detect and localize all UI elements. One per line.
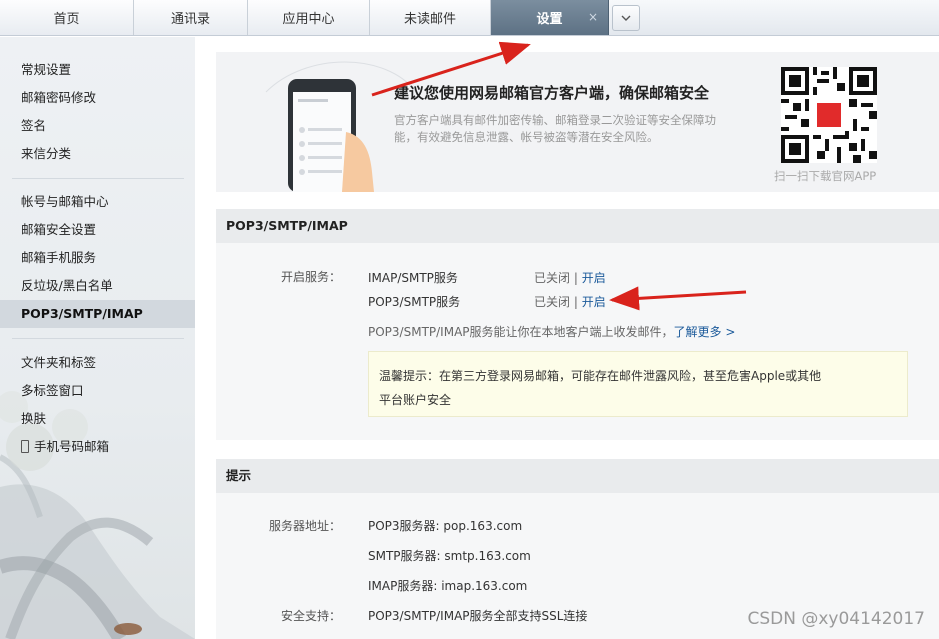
imap-enable-link[interactable]: 开启 (582, 271, 606, 285)
sidebar-item-multi-tab[interactable]: 多标签窗口 (0, 377, 195, 405)
sidebar-item-label: 换肤 (21, 411, 47, 426)
top-tab-bar: 首页 通讯录 应用中心 未读邮件 设置 × (0, 0, 939, 36)
security-support-text: POP3/SMTP/IMAP服务全部支持SSL连接 (368, 609, 588, 623)
sidebar-item-folders-tags[interactable]: 文件夹和标签 (0, 349, 195, 377)
imap-service-status: 已关闭 | 开启 (534, 269, 606, 286)
pop3-service-status: 已关闭 | 开启 (534, 293, 606, 310)
pop3-service-name: POP3/SMTP服务 (368, 295, 461, 309)
sidebar-divider (12, 338, 184, 339)
pop3-enable-link[interactable]: 开启 (582, 295, 606, 309)
sidebar-item-label: 邮箱安全设置 (21, 222, 97, 237)
sidebar-item-antispam[interactable]: 反垃圾/黑白名单 (0, 272, 195, 300)
sidebar-item-pop3-smtp-imap[interactable]: POP3/SMTP/IMAP (0, 300, 195, 328)
tab-contacts[interactable]: 通讯录 (134, 0, 248, 35)
separator: | (570, 271, 582, 285)
tab-unread-mail[interactable]: 未读邮件 (370, 0, 491, 35)
sidebar-item-password[interactable]: 邮箱密码修改 (0, 84, 195, 112)
status-text: 已关闭 (534, 295, 571, 309)
status-text: 已关闭 (534, 271, 571, 285)
tab-label: 通讯录 (170, 12, 210, 27)
sidebar-item-label: 反垃圾/黑白名单 (21, 278, 113, 293)
sidebar-item-general[interactable]: 常规设置 (0, 56, 195, 84)
security-tip-box: 温馨提示：在第三方登录网易邮箱，可能存在邮件泄露风险，甚至危害Apple或其他 … (368, 351, 908, 417)
sidebar-item-label: POP3/SMTP/IMAP (21, 306, 143, 321)
sidebar-item-mobile-service[interactable]: 邮箱手机服务 (0, 244, 195, 272)
sidebar-item-label: 多标签窗口 (21, 383, 84, 398)
note-text: POP3/SMTP/IMAP服务能让你在本地客户端上收发邮件， (368, 325, 674, 339)
imap-service-name: IMAP/SMTP服务 (368, 271, 458, 285)
tab-app-center[interactable]: 应用中心 (248, 0, 370, 35)
sidebar-item-label: 手机号码邮箱 (34, 439, 110, 454)
section-title: POP3/SMTP/IMAP (216, 209, 939, 243)
client-promo-banner: 建议您使用网易邮箱官方客户端，确保邮箱安全 官方客户端具有邮件加密传输、邮箱登录… (216, 52, 939, 192)
tab-label: 设置 (536, 12, 563, 27)
close-icon[interactable]: × (588, 10, 598, 24)
server-address-label: 服务器地址： (268, 519, 341, 533)
tip-line: 平台账户安全 (379, 393, 452, 407)
settings-sidebar: 常规设置 邮箱密码修改 签名 来信分类 帐号与邮箱中心 邮箱安全设置 邮箱手机服… (0, 37, 195, 639)
pop3-smtp-imap-section: POP3/SMTP/IMAP 开启服务： IMAP/SMTP服务 已关闭 | 开… (216, 209, 939, 440)
tab-home[interactable]: 首页 (0, 0, 134, 35)
sidebar-item-label: 常规设置 (21, 62, 72, 77)
sidebar-item-label: 签名 (21, 118, 47, 133)
qr-caption: 扫一扫下载官网APP (774, 169, 877, 183)
separator: | (570, 295, 582, 309)
watermark: CSDN @xy04142017 (747, 609, 925, 629)
imap-server: IMAP服务器: imap.163.com (368, 579, 528, 593)
banner-description: 官方客户端具有邮件加密传输、邮箱登录二次验证等安全保障功能，有效避免信息泄露、帐… (394, 113, 716, 144)
tab-settings[interactable]: 设置 × (491, 0, 609, 35)
sidebar-item-mail-rules[interactable]: 来信分类 (0, 140, 195, 168)
banner-title: 建议您使用网易邮箱官方客户端，确保邮箱安全 (394, 84, 710, 102)
tabs-dropdown-button[interactable] (612, 5, 640, 31)
tab-label: 未读邮件 (403, 12, 456, 27)
section-title: 提示 (216, 459, 939, 493)
sidebar-item-label: 文件夹和标签 (21, 355, 97, 370)
sidebar-item-signature[interactable]: 签名 (0, 112, 195, 140)
learn-more-link[interactable]: 了解更多 > (674, 325, 736, 339)
sidebar-divider (12, 178, 184, 179)
pop3-server: POP3服务器: pop.163.com (368, 519, 523, 533)
sidebar-item-label: 邮箱密码修改 (21, 90, 97, 105)
security-support-label: 安全支持： (280, 609, 341, 623)
tab-label: 首页 (53, 12, 80, 27)
chevron-down-icon (621, 15, 631, 21)
qr-code-image[interactable] (781, 67, 877, 163)
sidebar-item-label: 邮箱手机服务 (21, 250, 97, 265)
tip-line: 温馨提示：在第三方登录网易邮箱，可能存在邮件泄露风险，甚至危害Apple或其他 (379, 369, 822, 383)
smtp-server: SMTP服务器: smtp.163.com (368, 549, 531, 563)
mobile-phone-icon (21, 440, 29, 453)
sidebar-item-phone-mail[interactable]: 手机号码邮箱 (0, 433, 195, 461)
phone-illustration (265, 61, 416, 192)
sidebar-item-security[interactable]: 邮箱安全设置 (0, 216, 195, 244)
sidebar-item-label: 帐号与邮箱中心 (21, 194, 109, 209)
service-label: 开启服务： (280, 270, 341, 284)
sidebar-item-label: 来信分类 (21, 146, 72, 161)
service-note: POP3/SMTP/IMAP服务能让你在本地客户端上收发邮件，了解更多 > (368, 323, 735, 340)
sidebar-item-skin[interactable]: 换肤 (0, 405, 195, 433)
sidebar-item-account-center[interactable]: 帐号与邮箱中心 (0, 188, 195, 216)
tab-label: 应用中心 (282, 12, 335, 27)
